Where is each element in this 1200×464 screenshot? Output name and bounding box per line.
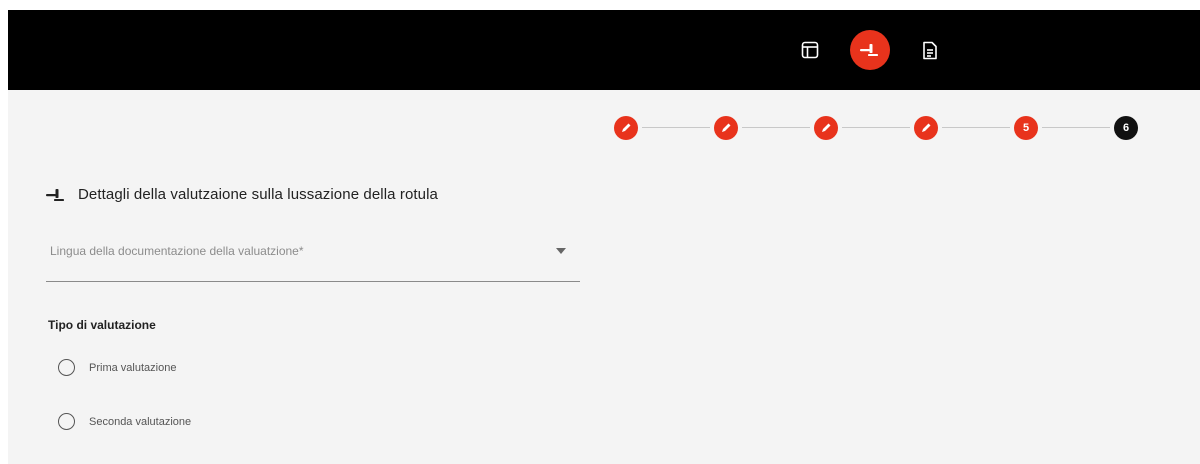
pencil-icon bbox=[722, 123, 731, 132]
chevron-down-icon bbox=[556, 248, 566, 254]
layout-icon[interactable] bbox=[790, 30, 830, 70]
radio-option-first-assessment[interactable]: Prima valutazione bbox=[58, 359, 176, 376]
top-navigation-bar bbox=[8, 10, 1200, 90]
step-5[interactable]: 5 bbox=[1014, 116, 1038, 140]
radio-button[interactable] bbox=[58, 359, 75, 376]
gavel-icon[interactable] bbox=[850, 30, 890, 70]
step-6[interactable]: 6 bbox=[1114, 116, 1138, 140]
gavel-icon bbox=[46, 188, 64, 201]
radio-button[interactable] bbox=[58, 413, 75, 430]
step-connector bbox=[942, 127, 1010, 128]
language-select-placeholder: Lingua della documentazione della valuat… bbox=[50, 244, 304, 258]
radio-label: Prima valutazione bbox=[89, 361, 177, 374]
pencil-icon bbox=[822, 123, 831, 132]
section-title: Dettagli della valutzaione sulla lussazi… bbox=[78, 186, 438, 203]
language-select[interactable]: Lingua della documentazione della valuat… bbox=[46, 238, 580, 282]
step-2[interactable] bbox=[714, 116, 738, 140]
app-frame: 5 6 Dettagli della valutzaione sulla lus… bbox=[8, 10, 1200, 464]
section-header: Dettagli della valutzaione sulla lussazi… bbox=[46, 186, 438, 203]
step-number: 5 bbox=[1022, 122, 1030, 134]
step-3[interactable] bbox=[814, 116, 838, 140]
assessment-type-label: Tipo di valutazione bbox=[48, 318, 156, 332]
step-4[interactable] bbox=[914, 116, 938, 140]
pencil-icon bbox=[922, 123, 931, 132]
step-connector bbox=[1042, 127, 1110, 128]
progress-stepper: 5 6 bbox=[614, 116, 1138, 140]
step-connector bbox=[742, 127, 810, 128]
radio-option-second-assessment[interactable]: Seconda valutazione bbox=[58, 413, 191, 430]
document-icon[interactable] bbox=[910, 30, 950, 70]
step-1[interactable] bbox=[614, 116, 638, 140]
step-number: 6 bbox=[1122, 122, 1130, 134]
step-connector bbox=[842, 127, 910, 128]
pencil-icon bbox=[622, 123, 631, 132]
radio-label: Seconda valutazione bbox=[89, 415, 192, 428]
step-connector bbox=[642, 127, 710, 128]
